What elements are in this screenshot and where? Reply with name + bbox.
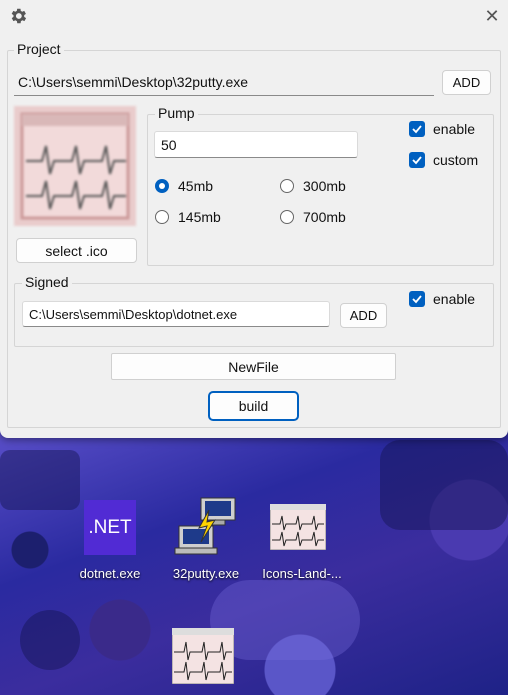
project-path-field[interactable]: C:\Users\semmi\Desktop\32putty.exe [14,68,434,96]
radio-300mb[interactable]: 300mb [280,178,346,194]
checkbox-checked-icon [409,291,425,307]
project-legend: Project [14,41,64,57]
ecg-preview-image [14,106,136,226]
radio-unselected-icon [280,210,294,224]
gear-icon [11,8,27,24]
pump-enable-checkbox[interactable]: enable [409,121,475,137]
radio-145mb[interactable]: 145mb [155,209,221,225]
radio-selected-icon [155,179,169,193]
signed-path-text: C:\Users\semmi\Desktop\dotnet.exe [29,306,238,322]
pump-size-input[interactable]: 50 [154,131,358,158]
radio-700mb[interactable]: 700mb [280,209,346,225]
signed-path-field[interactable]: C:\Users\semmi\Desktop\dotnet.exe [22,301,330,327]
desktop-icon-dotnet[interactable]: .NET dotnet.exe [76,500,146,590]
close-icon[interactable]: ✕ [482,6,502,26]
radio-unselected-icon [155,210,169,224]
select-ico-button[interactable]: select .ico [16,238,137,263]
dotnet-icon: .NET [84,500,136,555]
signed-enable-checkbox[interactable]: enable [409,291,475,307]
radio-label: 300mb [303,178,346,194]
pump-custom-checkbox[interactable]: custom [409,152,478,168]
signed-enable-label: enable [433,291,476,307]
desktop-icon-label: Icons-Land-... [262,566,342,581]
newfile-button[interactable]: NewFile [111,353,396,380]
project-path-text: C:\Users\semmi\Desktop\32putty.exe [18,73,249,90]
radio-label: 145mb [178,209,221,225]
desktop-icon-ecg[interactable] [168,624,238,684]
radio-45mb[interactable]: 45mb [155,178,213,194]
build-button[interactable]: build [208,391,299,421]
ecg-image-icon [270,504,326,550]
icon-preview [14,106,136,226]
radio-label: 45mb [178,178,214,194]
dotnet-badge-text: .NET [88,516,132,538]
radio-label: 700mb [303,209,346,225]
title-bar: ✕ [0,0,508,34]
ecg-image-icon [172,628,234,684]
app-window: ✕ Project C:\Users\semmi\Desktop\32putty… [0,0,508,438]
pump-enable-label: enable [433,121,476,137]
desktop-icon-label: 32putty.exe [172,566,240,581]
pump-custom-label: custom [433,152,479,168]
radio-unselected-icon [280,179,294,193]
checkbox-checked-icon [409,152,425,168]
desktop-icon-icons-land[interactable]: Icons-Land-... [252,500,352,590]
checkbox-checked-icon [409,121,425,137]
putty-icon [174,497,236,555]
pump-size-value: 50 [161,136,177,153]
desktop-icon-putty[interactable]: 32putty.exe [166,496,246,586]
pump-legend: Pump [155,105,198,121]
desktop-decoration [0,450,80,510]
signed-legend: Signed [22,274,72,290]
desktop-icon-label: dotnet.exe [79,566,141,581]
project-add-button[interactable]: ADD [442,70,491,95]
desktop-decoration [380,440,508,530]
desktop-decoration [20,610,80,670]
signed-add-button[interactable]: ADD [340,303,387,328]
